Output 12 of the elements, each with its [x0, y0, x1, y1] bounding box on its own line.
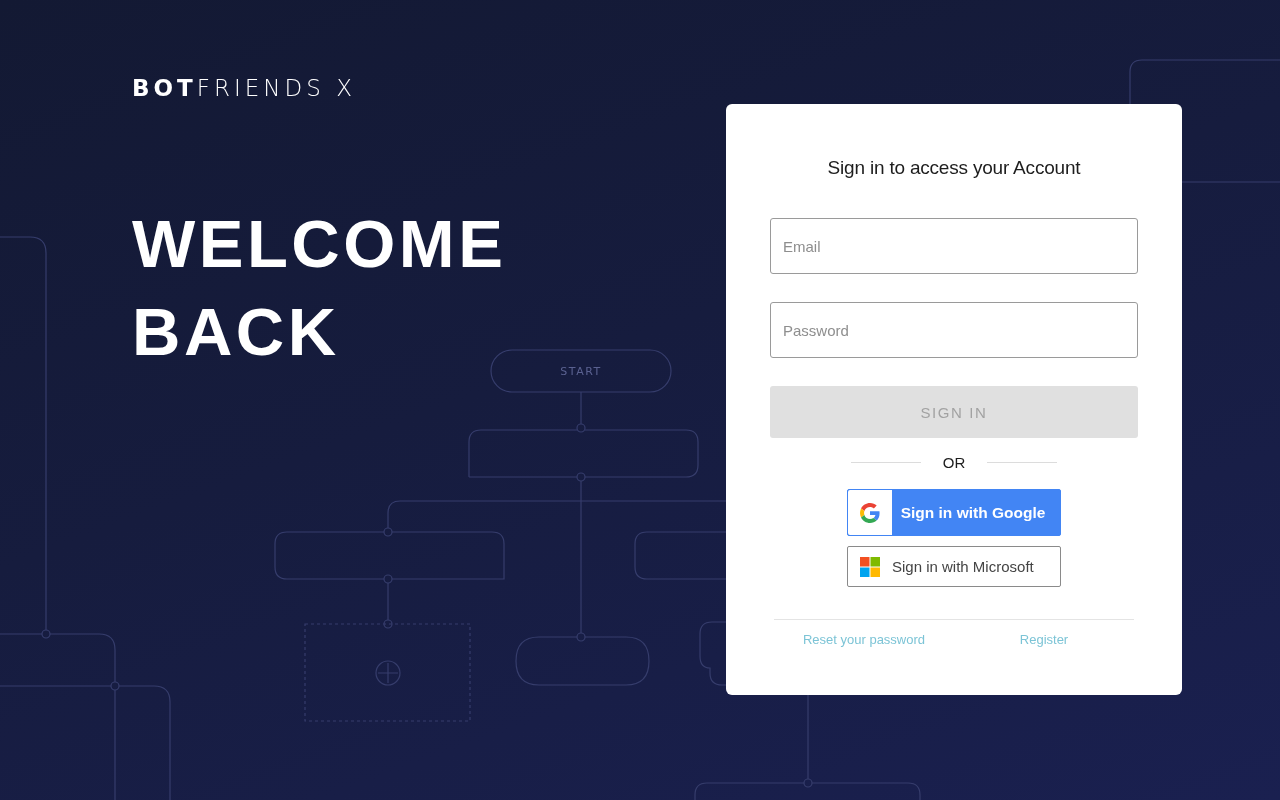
input-field[interactable]: Password: [770, 302, 1138, 358]
or-divider-label: OR: [942, 453, 966, 471]
four-squares-icon: [860, 556, 880, 577]
text-link[interactable]: Reset your password: [802, 632, 926, 647]
google-sign-in-button[interactable]: Sign in with Google: [847, 489, 1061, 536]
flowchart-node-label: START: [560, 365, 602, 378]
g-logo-icon: [848, 490, 892, 535]
text-link[interactable]: Register: [1019, 632, 1069, 647]
welcome-heading: WELCOME BACK: [132, 205, 508, 371]
input-field[interactable]: Email: [770, 218, 1138, 274]
card-title: Sign in to access your Account: [827, 156, 1081, 180]
microsoft-sign-in-button[interactable]: Sign in with Microsoft: [847, 546, 1061, 587]
